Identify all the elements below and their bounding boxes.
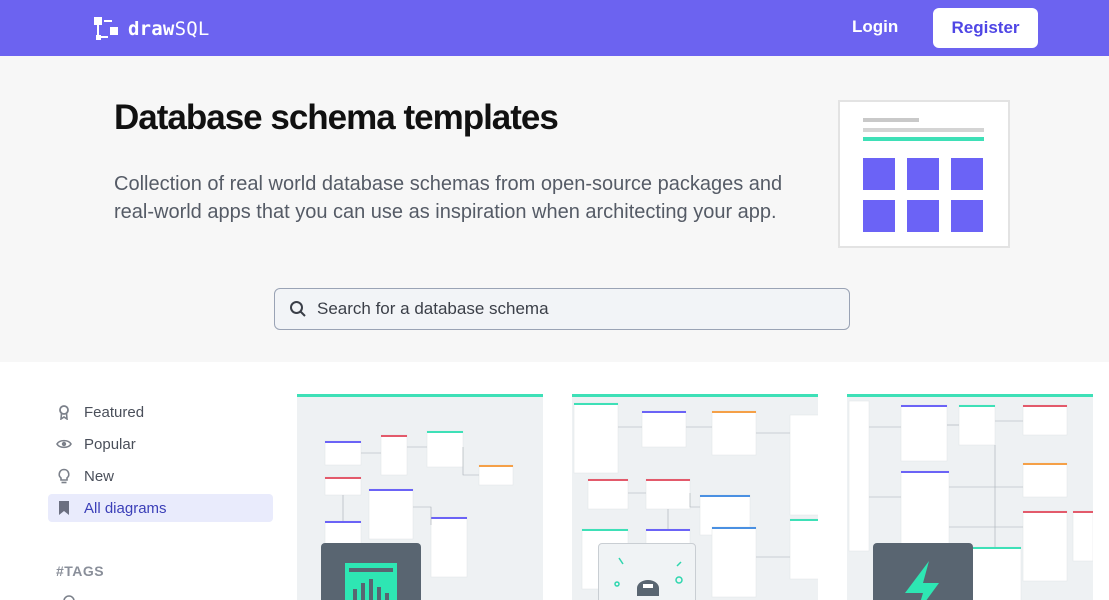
page-description: Collection of real world database schema…	[114, 173, 783, 223]
hero-section: Database schema templates Collection of …	[0, 56, 1109, 362]
award-icon	[59, 405, 69, 420]
lightbulb-icon	[58, 468, 70, 484]
tag-icon	[63, 595, 75, 600]
brand-logo[interactable]: drawSQL	[92, 15, 209, 43]
search-icon	[290, 301, 306, 317]
schema-illustration	[838, 100, 1010, 248]
sidebar-item-new[interactable]: New	[48, 462, 273, 490]
register-button[interactable]: Register	[933, 8, 1038, 48]
diagram-card[interactable]	[847, 394, 1093, 600]
sidebar-item-label: New	[84, 467, 115, 485]
diagram-card[interactable]	[297, 394, 543, 600]
captain-logo-icon	[614, 557, 683, 596]
brand-name: drawSQL	[128, 18, 210, 40]
app-logo	[598, 543, 696, 600]
login-link[interactable]: Login	[852, 17, 898, 37]
chart-logo-icon	[345, 563, 397, 600]
sidebar-item-featured[interactable]: Featured	[48, 398, 273, 426]
sidebar-item-label: All diagrams	[84, 499, 167, 517]
app-logo	[321, 543, 421, 600]
diagram-card[interactable]	[572, 394, 818, 600]
eye-icon	[56, 439, 72, 449]
top-navbar: drawSQL Login Register	[0, 0, 1109, 56]
sidebar-item-all-diagrams[interactable]: All diagrams	[48, 494, 273, 522]
tags-heading: #TAGS	[56, 563, 105, 579]
sidebar-item-label: Featured	[84, 403, 145, 421]
search-input[interactable]	[317, 299, 817, 319]
bookmark-icon	[59, 501, 69, 515]
drawsql-logo-icon	[94, 17, 118, 40]
sidebar-item-label: Popular	[84, 435, 136, 453]
app-logo	[873, 543, 973, 600]
lightning-logo-icon	[905, 561, 939, 600]
page-title: Database schema templates	[114, 98, 559, 137]
grid-illustration-icon	[863, 118, 984, 232]
sidebar-item-popular[interactable]: Popular	[48, 430, 273, 458]
search-bar[interactable]	[274, 288, 850, 330]
